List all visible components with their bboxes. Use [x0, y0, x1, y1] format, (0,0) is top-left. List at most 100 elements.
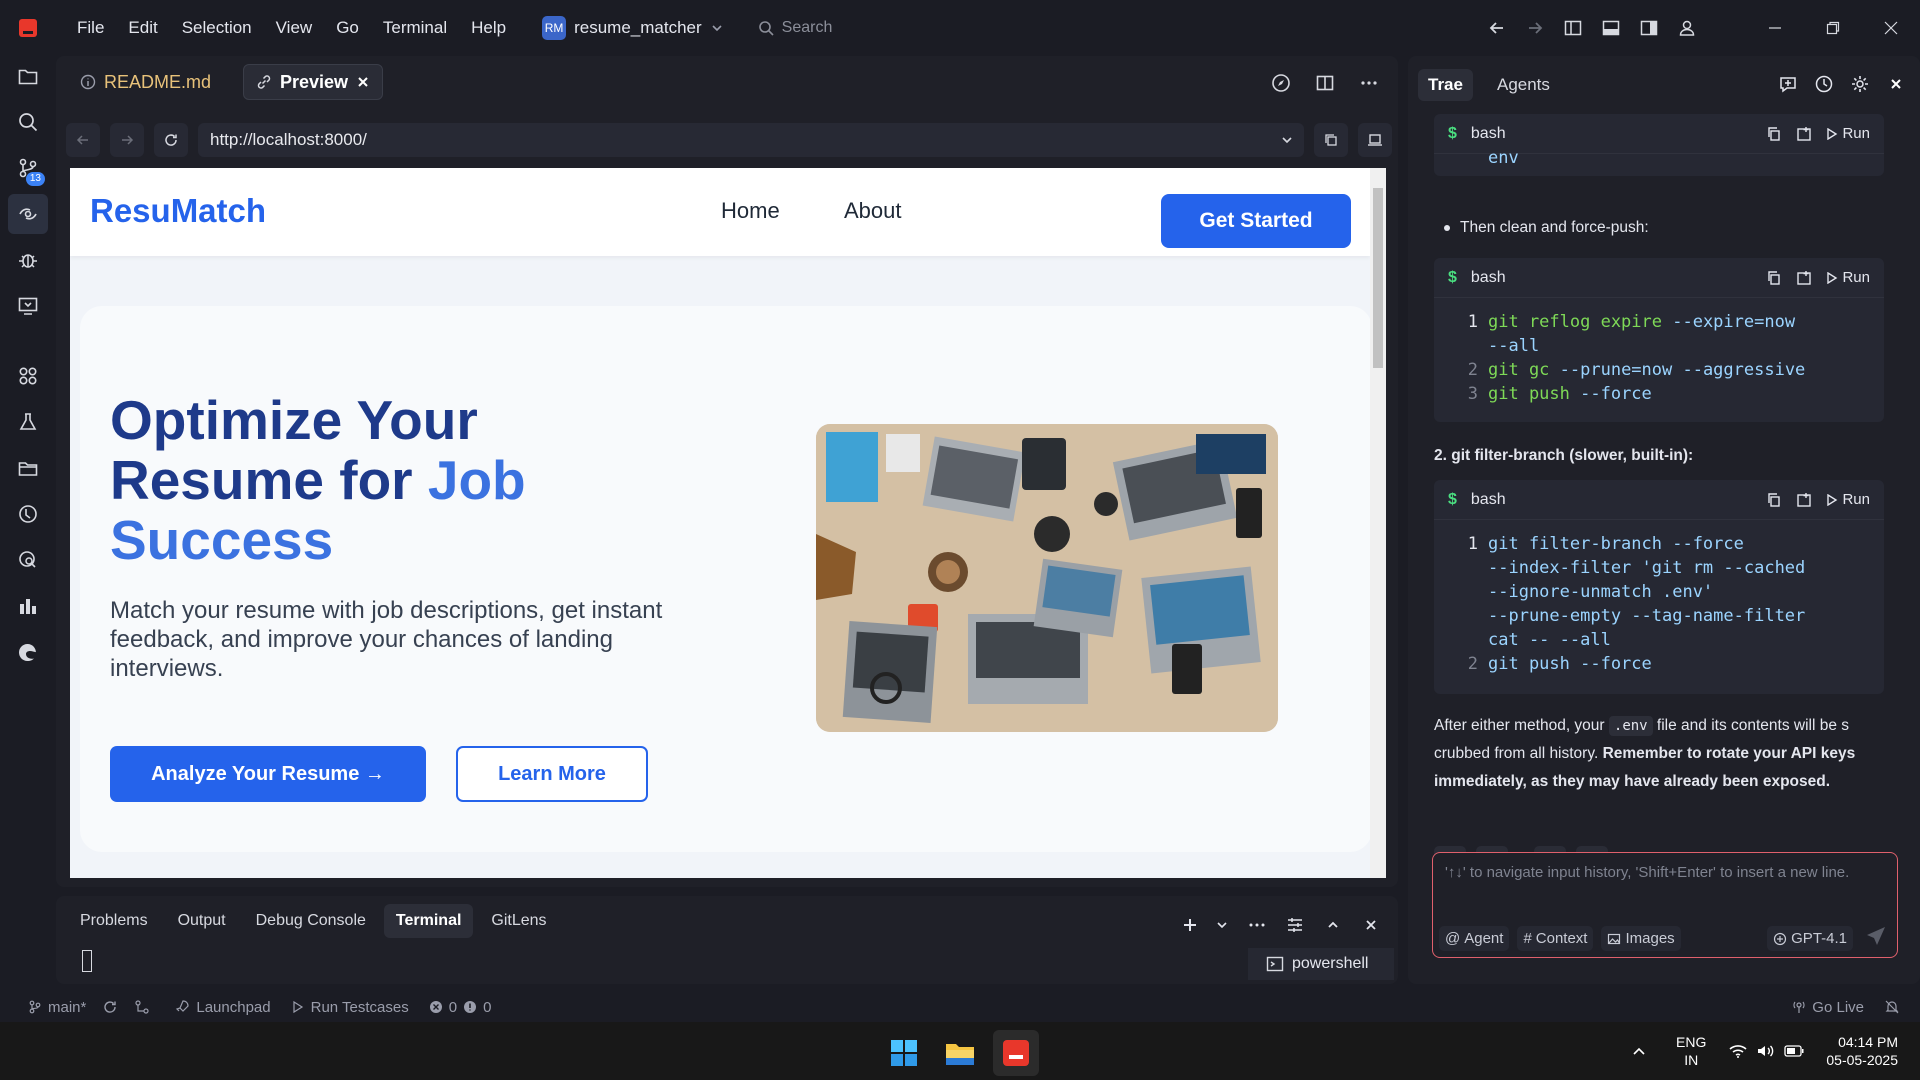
maximize-panel-icon[interactable] — [1318, 906, 1348, 944]
copy-icon[interactable] — [1766, 126, 1782, 142]
clock[interactable]: 04:14 PM 05-05-2025 — [1826, 1033, 1898, 1069]
notifications-muted-icon[interactable] — [1884, 999, 1900, 1015]
wifi-icon[interactable] — [1724, 1032, 1752, 1070]
history-icon[interactable] — [1810, 70, 1838, 98]
tab-problems[interactable]: Problems — [68, 904, 160, 938]
analyze-resume-button[interactable]: Analyze Your Resume → — [110, 746, 426, 802]
copy-icon[interactable] — [1766, 492, 1782, 508]
tab-terminal[interactable]: Terminal — [383, 904, 474, 938]
folder-tree-icon[interactable] — [8, 448, 48, 488]
insert-code-icon[interactable] — [1796, 126, 1812, 142]
remote-window-icon[interactable] — [8, 286, 48, 326]
launchpad-status[interactable]: Launchpad — [174, 999, 271, 1016]
menu-help[interactable]: Help — [459, 18, 518, 38]
close-panel-icon[interactable] — [1356, 906, 1386, 944]
panel-layout-icon[interactable] — [1280, 906, 1310, 944]
send-icon[interactable] — [1865, 925, 1887, 947]
chevron-down-icon[interactable] — [1280, 133, 1294, 147]
tab-trae[interactable]: Trae — [1418, 69, 1473, 101]
search-input[interactable]: Search — [758, 19, 832, 37]
source-control-icon[interactable]: 13 — [8, 148, 48, 188]
git-graph-icon[interactable] — [134, 999, 150, 1015]
terminal-instance[interactable]: powershell — [1248, 948, 1394, 980]
close-icon[interactable] — [1882, 70, 1910, 98]
compass-icon[interactable] — [1262, 64, 1300, 102]
problems-status[interactable]: 0 0 — [429, 999, 491, 1016]
testing-flask-icon[interactable] — [8, 402, 48, 442]
run-button[interactable]: Run — [1826, 491, 1870, 508]
images-chip[interactable]: Images — [1601, 926, 1681, 951]
tab-debug-console[interactable]: Debug Console — [244, 904, 378, 938]
search-history-icon[interactable] — [8, 540, 48, 580]
chart-bars-icon[interactable] — [8, 586, 48, 626]
device-toggle-button[interactable] — [1358, 123, 1392, 157]
copy-url-button[interactable] — [1314, 123, 1348, 157]
more-actions-icon[interactable] — [1242, 906, 1272, 944]
remote-explorer-icon[interactable] — [8, 194, 48, 234]
tab-readme[interactable]: README.md — [68, 64, 223, 100]
new-terminal-icon[interactable] — [1178, 906, 1202, 944]
branch-status[interactable]: main* — [28, 999, 86, 1016]
windows-start-icon[interactable] — [881, 1030, 927, 1076]
debug-icon[interactable] — [8, 240, 48, 280]
split-editor-icon[interactable] — [1306, 64, 1344, 102]
restore-icon[interactable] — [1804, 0, 1862, 56]
run-testcases-status[interactable]: Run Testcases — [291, 999, 409, 1016]
tab-agents[interactable]: Agents — [1487, 69, 1560, 101]
chevron-up-icon[interactable] — [1620, 1032, 1658, 1070]
toggle-panel-icon[interactable] — [1592, 9, 1630, 47]
run-button[interactable]: Run — [1826, 269, 1870, 286]
explorer-icon[interactable] — [8, 56, 48, 96]
sync-icon[interactable] — [102, 999, 118, 1015]
menu-terminal[interactable]: Terminal — [371, 18, 459, 38]
project-selector[interactable]: RM resume_matcher — [542, 16, 724, 40]
menu-edit[interactable]: Edit — [116, 18, 169, 38]
browser-back-button[interactable] — [66, 123, 100, 157]
minimize-icon[interactable] — [1746, 0, 1804, 56]
new-chat-icon[interactable] — [1774, 70, 1802, 98]
account-icon[interactable] — [1668, 9, 1706, 47]
settings-gear-icon[interactable] — [1846, 70, 1874, 98]
tab-gitlens[interactable]: GitLens — [479, 904, 558, 938]
site-logo[interactable]: ResuMatch — [90, 192, 266, 230]
nav-link-about[interactable]: About — [844, 198, 902, 224]
search-icon[interactable] — [8, 102, 48, 142]
get-started-button[interactable]: Get Started — [1161, 194, 1351, 248]
browser-reload-button[interactable] — [154, 123, 188, 157]
toggle-sidebar-icon[interactable] — [1554, 9, 1592, 47]
context-chip[interactable]: # Context — [1517, 926, 1594, 951]
close-icon[interactable] — [356, 75, 370, 89]
extensions-icon[interactable] — [8, 356, 48, 396]
battery-icon[interactable] — [1780, 1032, 1808, 1070]
menu-go[interactable]: Go — [324, 18, 371, 38]
more-actions-icon[interactable] — [1350, 64, 1388, 102]
url-input[interactable]: http://localhost:8000/ — [198, 123, 1304, 157]
learn-more-button[interactable]: Learn More — [456, 746, 648, 802]
agent-chip[interactable]: @ Agent — [1439, 926, 1510, 951]
run-button[interactable]: Run — [1826, 125, 1870, 142]
tab-output[interactable]: Output — [166, 904, 238, 938]
insert-code-icon[interactable] — [1796, 270, 1812, 286]
terminal-cursor[interactable] — [82, 950, 92, 972]
trae-app-icon[interactable] — [993, 1030, 1039, 1076]
back-arrow-icon[interactable] — [1478, 9, 1516, 47]
model-selector[interactable]: GPT-4.1 — [1767, 926, 1853, 951]
preview-scrollbar[interactable] — [1370, 168, 1386, 878]
copy-icon[interactable] — [1766, 270, 1782, 286]
language-indicator[interactable]: ENG IN — [1676, 1033, 1706, 1069]
close-window-icon[interactable] — [1862, 0, 1920, 56]
menu-file[interactable]: File — [65, 18, 116, 38]
browser-forward-button[interactable] — [110, 123, 144, 157]
menu-view[interactable]: View — [264, 18, 325, 38]
edge-browser-icon[interactable] — [8, 632, 48, 672]
tab-preview[interactable]: Preview — [243, 64, 384, 100]
menu-selection[interactable]: Selection — [170, 18, 264, 38]
forward-arrow-icon[interactable] — [1516, 9, 1554, 47]
chat-input[interactable]: '↑↓' to navigate input history, 'Shift+E… — [1432, 852, 1898, 958]
file-explorer-icon[interactable] — [937, 1030, 983, 1076]
toggle-secondary-sidebar-icon[interactable] — [1630, 9, 1668, 47]
volume-icon[interactable] — [1752, 1032, 1780, 1070]
chevron-down-icon[interactable] — [1210, 906, 1234, 944]
scroll-thumb[interactable] — [1373, 188, 1383, 368]
nav-link-home[interactable]: Home — [721, 198, 780, 224]
